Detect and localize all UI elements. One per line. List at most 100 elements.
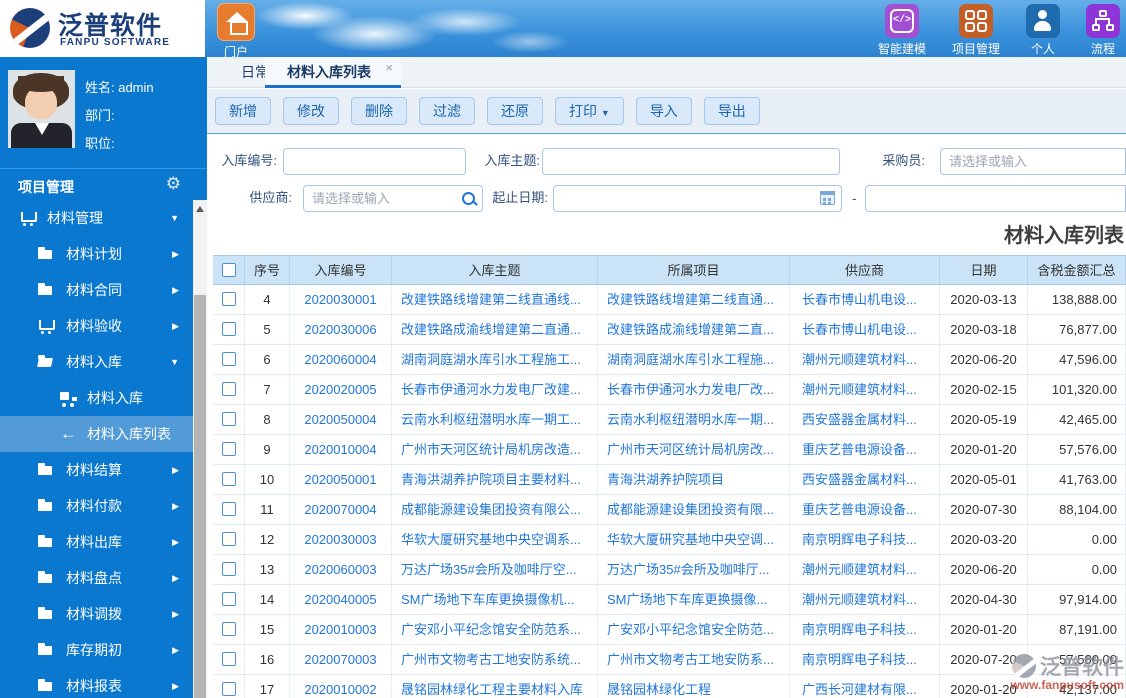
cell-project-link[interactable]: 成都能源建设集团投资有限... xyxy=(598,495,790,524)
cell-storage-code-link[interactable]: 2020030006 xyxy=(290,315,392,344)
cell-storage-code-link[interactable]: 2020010003 xyxy=(290,615,392,644)
row-checkbox[interactable] xyxy=(221,682,236,697)
storage-no-input[interactable] xyxy=(283,148,466,175)
sidebar-menu-item[interactable]: 材料付款 ▶ xyxy=(0,488,193,524)
cell-project-link[interactable]: 广州市天河区统计局机房改... xyxy=(598,435,790,464)
row-checkbox[interactable] xyxy=(221,562,236,577)
cell-project-link[interactable]: 云南水利枢纽潜明水库一期... xyxy=(598,405,790,434)
cell-subject-link[interactable]: 广州市天河区统计局机房改造... xyxy=(392,435,598,464)
cell-storage-code-link[interactable]: 2020040005 xyxy=(290,585,392,614)
sidebar-menu-item[interactable]: 材料调拨 ▶ xyxy=(0,596,193,632)
cell-storage-code-link[interactable]: 2020060003 xyxy=(290,555,392,584)
sidebar-menu-item[interactable]: 材料管理 ▼ xyxy=(0,200,193,236)
cell-subject-link[interactable]: 万达广场35#会所及咖啡厅空... xyxy=(392,555,598,584)
cell-subject-link[interactable]: 云南水利枢纽潜明水库一期工... xyxy=(392,405,598,434)
cell-subject-link[interactable]: 长春市伊通河水力发电厂改建... xyxy=(392,375,598,404)
cell-supplier-link[interactable]: 潮州元顺建筑材料... xyxy=(790,555,940,584)
cell-supplier-link[interactable]: 潮州元顺建筑材料... xyxy=(790,345,940,374)
scroll-up-icon[interactable] xyxy=(196,206,204,212)
cell-subject-link[interactable]: 青海洪湖养护院项目主要材料... xyxy=(392,465,598,494)
sidebar-menu-item[interactable]: 材料合同 ▶ xyxy=(0,272,193,308)
toolbar-button[interactable]: 过滤 xyxy=(419,97,475,125)
cell-supplier-link[interactable]: 南京明辉电子科技... xyxy=(790,645,940,674)
toolbar-button[interactable]: 删除 xyxy=(351,97,407,125)
sidebar-menu-item[interactable]: 材料入库列表 xyxy=(0,416,193,452)
app-smart-modeling[interactable]: </> 智能建模 xyxy=(878,4,926,57)
supplier-input[interactable] xyxy=(303,185,483,212)
cell-project-link[interactable]: 万达广场35#会所及咖啡厅... xyxy=(598,555,790,584)
cell-supplier-link[interactable]: 南京明辉电子科技... xyxy=(790,615,940,644)
row-checkbox[interactable] xyxy=(221,652,236,667)
cell-project-link[interactable]: 青海洪湖养护院项目 xyxy=(598,465,790,494)
select-all-checkbox[interactable] xyxy=(221,263,236,278)
toolbar-button[interactable]: 还原 xyxy=(487,97,543,125)
buyer-input[interactable] xyxy=(940,148,1126,175)
row-checkbox[interactable] xyxy=(221,472,236,487)
row-checkbox[interactable] xyxy=(221,292,236,307)
cell-subject-link[interactable]: SM广场地下车库更换摄像机... xyxy=(392,585,598,614)
row-checkbox[interactable] xyxy=(221,592,236,607)
cell-storage-code-link[interactable]: 2020070003 xyxy=(290,645,392,674)
cell-storage-code-link[interactable]: 2020030001 xyxy=(290,285,392,314)
cell-subject-link[interactable]: 广州市文物考古工地安防系统... xyxy=(392,645,598,674)
app-workflow[interactable]: 流程 xyxy=(1086,4,1120,57)
scrollbar-thumb[interactable] xyxy=(194,295,206,698)
row-checkbox[interactable] xyxy=(221,442,236,457)
toolbar-button[interactable]: 修改 xyxy=(283,97,339,125)
toolbar-button[interactable]: 导入 xyxy=(635,97,692,125)
cell-storage-code-link[interactable]: 2020010002 xyxy=(290,675,392,698)
row-checkbox[interactable] xyxy=(221,502,236,517)
cell-subject-link[interactable]: 成都能源建设集团投资有限公... xyxy=(392,495,598,524)
cell-storage-code-link[interactable]: 2020030003 xyxy=(290,525,392,554)
cell-storage-code-link[interactable]: 2020020005 xyxy=(290,375,392,404)
app-personal[interactable]: 个人 xyxy=(1026,4,1060,57)
sidebar-menu-item[interactable]: 材料入库 ▼ xyxy=(0,344,193,380)
tab-material-storage-list[interactable]: 材料入库列表 × xyxy=(265,57,401,88)
cell-project-link[interactable]: SM广场地下车库更换摄像... xyxy=(598,585,790,614)
cell-supplier-link[interactable]: 重庆艺普电源设备... xyxy=(790,435,940,464)
sidebar-menu-item[interactable]: 材料验收 ▶ xyxy=(0,308,193,344)
cell-storage-code-link[interactable]: 2020050001 xyxy=(290,465,392,494)
tab-close-icon[interactable]: × xyxy=(385,53,393,83)
row-checkbox[interactable] xyxy=(221,412,236,427)
sidebar-menu-item[interactable]: 库存期初 ▶ xyxy=(0,632,193,668)
sidebar-menu-item[interactable]: 材料报表 ▶ xyxy=(0,668,193,698)
cell-storage-code-link[interactable]: 2020060004 xyxy=(290,345,392,374)
date-from-input[interactable] xyxy=(553,185,842,212)
row-checkbox[interactable] xyxy=(221,622,236,637)
cell-storage-code-link[interactable]: 2020070004 xyxy=(290,495,392,524)
cell-project-link[interactable]: 华软大厦研究基地中央空调... xyxy=(598,525,790,554)
cell-subject-link[interactable]: 改建铁路成渝线增建第二直通... xyxy=(392,315,598,344)
cell-subject-link[interactable]: 晟铭园林绿化工程主要材料入库 xyxy=(392,675,598,698)
cell-project-link[interactable]: 广安邓小平纪念馆安全防范... xyxy=(598,615,790,644)
cell-project-link[interactable]: 湖南洞庭湖水库引水工程施... xyxy=(598,345,790,374)
cell-supplier-link[interactable]: 广西长河建材有限... xyxy=(790,675,940,698)
search-icon[interactable] xyxy=(461,191,477,207)
date-to-input[interactable] xyxy=(865,185,1126,212)
sidebar-menu-item[interactable]: 材料出库 ▶ xyxy=(0,524,193,560)
cell-project-link[interactable]: 晟铭园林绿化工程 xyxy=(598,675,790,698)
subject-input[interactable] xyxy=(542,148,840,175)
row-checkbox[interactable] xyxy=(221,352,236,367)
sidebar-menu-item[interactable]: 材料计划 ▶ xyxy=(0,236,193,272)
cell-supplier-link[interactable]: 潮州元顺建筑材料... xyxy=(790,375,940,404)
calendar-icon[interactable] xyxy=(820,191,835,205)
cell-project-link[interactable]: 改建铁路线增建第二线直通... xyxy=(598,285,790,314)
sidebar-menu-item[interactable]: 材料入库 xyxy=(0,380,193,416)
toolbar-button[interactable]: 打印 ▼ xyxy=(555,97,624,125)
cell-storage-code-link[interactable]: 2020050004 xyxy=(290,405,392,434)
cell-project-link[interactable]: 广州市文物考古工地安防系... xyxy=(598,645,790,674)
cell-supplier-link[interactable]: 重庆艺普电源设备... xyxy=(790,495,940,524)
cell-supplier-link[interactable]: 长春市博山机电设... xyxy=(790,285,940,314)
row-checkbox[interactable] xyxy=(221,322,236,337)
sidebar-menu-item[interactable]: 材料盘点 ▶ xyxy=(0,560,193,596)
toolbar-button[interactable]: 导出 xyxy=(703,97,760,125)
sidebar-scrollbar[interactable] xyxy=(193,200,207,698)
cell-supplier-link[interactable]: 长春市博山机电设... xyxy=(790,315,940,344)
toolbar-button[interactable]: 新增 xyxy=(215,97,271,125)
cell-subject-link[interactable]: 湖南洞庭湖水库引水工程施工... xyxy=(392,345,598,374)
cell-project-link[interactable]: 长春市伊通河水力发电厂改... xyxy=(598,375,790,404)
cell-subject-link[interactable]: 广安邓小平纪念馆安全防范系... xyxy=(392,615,598,644)
cell-subject-link[interactable]: 改建铁路线增建第二线直通线... xyxy=(392,285,598,314)
portal-tile[interactable] xyxy=(217,3,255,41)
